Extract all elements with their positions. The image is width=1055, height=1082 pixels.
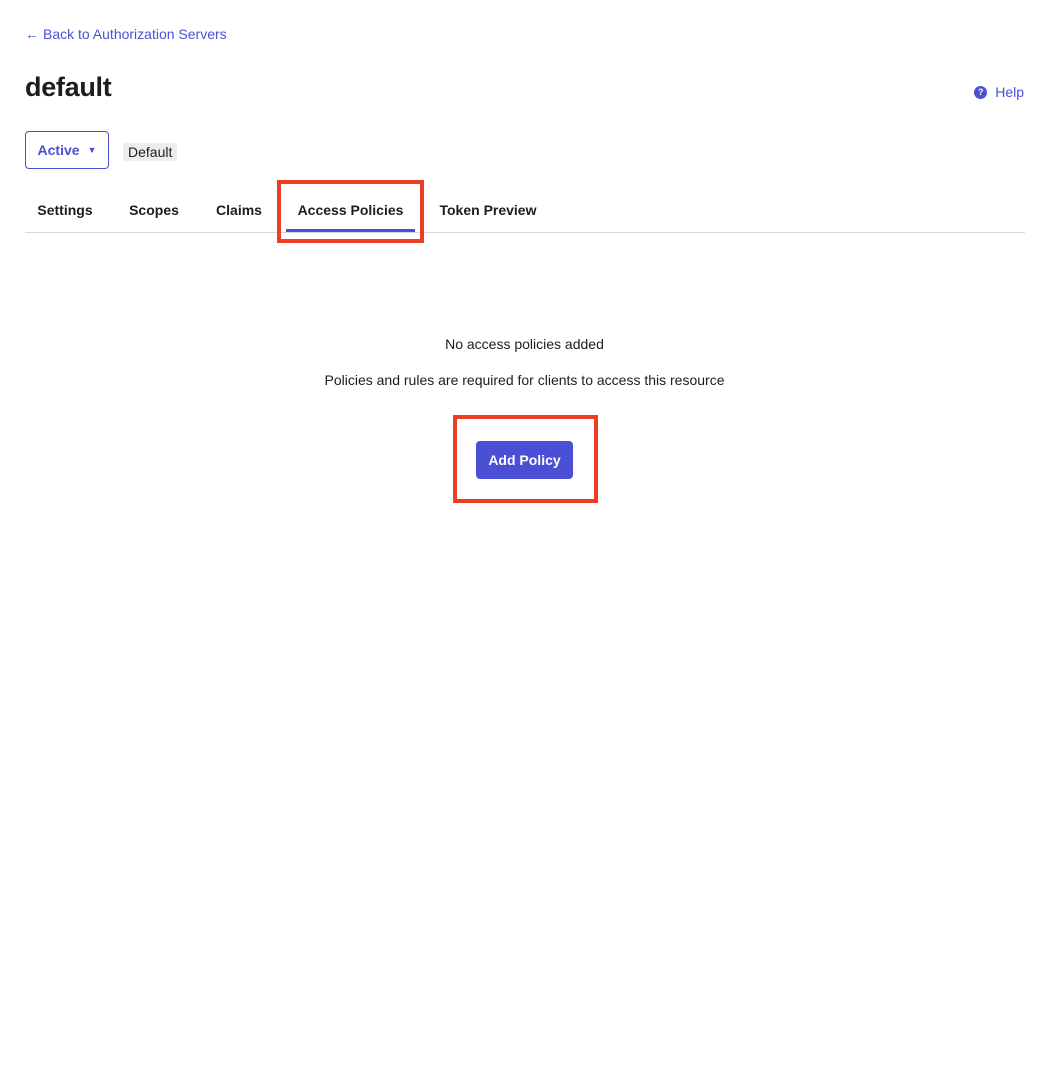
- arrow-left-icon: ←: [25, 26, 39, 42]
- tab-label: Settings: [37, 202, 93, 218]
- tab-label: Token Preview: [439, 202, 537, 218]
- empty-state-subtitle: Policies and rules are required for clie…: [324, 372, 725, 388]
- tab-scopes[interactable]: Scopes: [118, 188, 190, 232]
- help-label: Help: [995, 84, 1024, 100]
- empty-state-title: No access policies added: [445, 336, 604, 352]
- default-badge: Default: [123, 143, 178, 161]
- tab-label: Scopes: [129, 202, 179, 218]
- status-label: Active: [37, 142, 80, 158]
- tab-claims[interactable]: Claims: [205, 188, 273, 232]
- back-link-label: Back to Authorization Servers: [43, 26, 227, 42]
- tab-bar: Settings Scopes Claims Access Policies T…: [25, 188, 1025, 233]
- status-dropdown-button[interactable]: Active ▼: [25, 131, 109, 169]
- help-circle-icon: ?: [974, 85, 988, 99]
- tab-token-preview[interactable]: Token Preview: [428, 188, 548, 232]
- caret-down-icon: ▼: [87, 145, 97, 155]
- tab-settings[interactable]: Settings: [25, 188, 105, 232]
- authorization-server-page: ← Back to Authorization Servers default …: [0, 0, 1055, 1082]
- back-to-authorization-servers-link[interactable]: ← Back to Authorization Servers: [25, 26, 227, 42]
- tab-access-policies[interactable]: Access Policies: [286, 188, 415, 232]
- add-policy-button[interactable]: Add Policy: [476, 441, 573, 479]
- page-title: default: [25, 72, 112, 102]
- tab-label: Access Policies: [297, 202, 404, 218]
- help-link[interactable]: ? Help: [974, 84, 1024, 100]
- tab-label: Claims: [216, 202, 262, 218]
